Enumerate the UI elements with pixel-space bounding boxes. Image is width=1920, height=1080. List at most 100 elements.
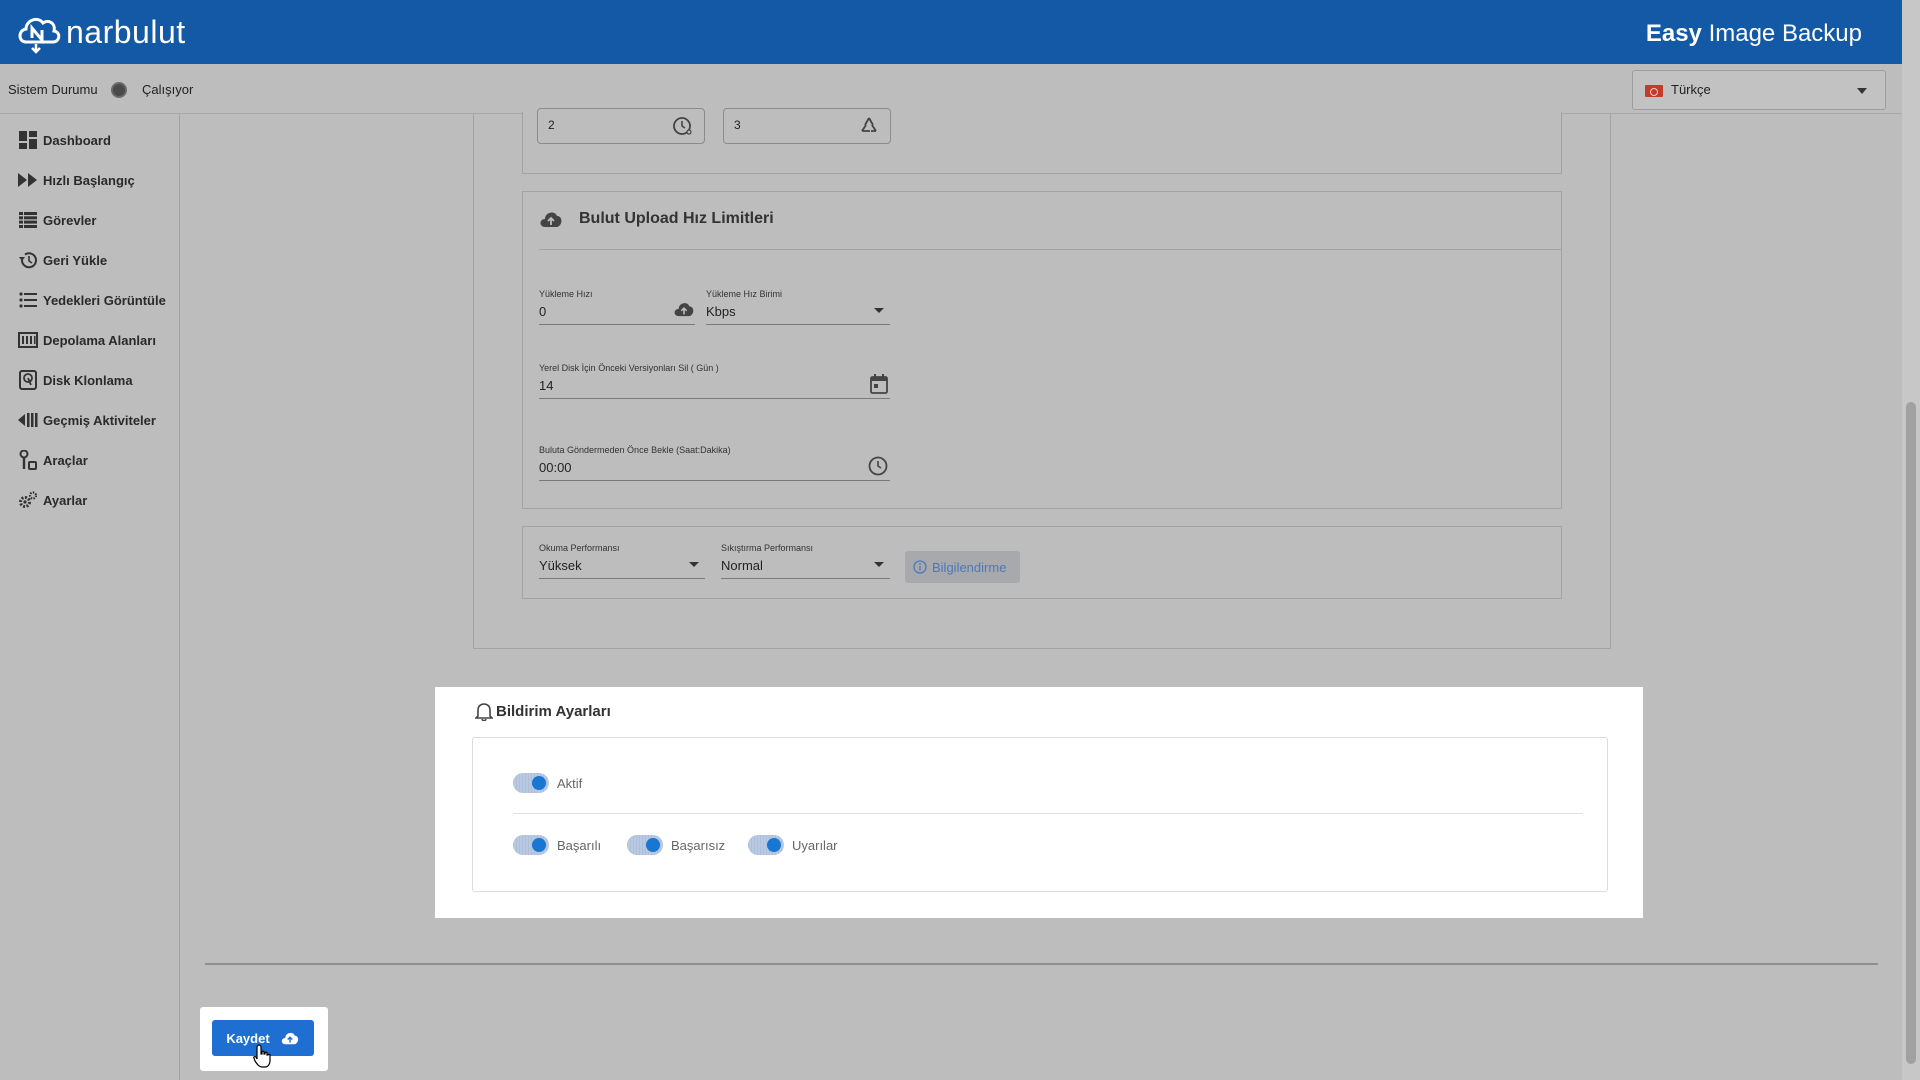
upload-unit-label: Yükleme Hız Birimi xyxy=(706,289,783,299)
toggle-track[interactable] xyxy=(513,835,549,855)
upload-speed-value: 0 xyxy=(539,304,547,319)
toggle-active[interactable]: Aktif xyxy=(513,773,582,793)
app-title-bold: Easy xyxy=(1645,20,1702,47)
toggle-track[interactable] xyxy=(627,835,663,855)
sidebar-item-tools[interactable]: Araçlar xyxy=(0,442,180,478)
clock-icon xyxy=(672,115,694,142)
field-underline xyxy=(539,324,695,325)
list-icon xyxy=(18,210,38,230)
notification-title-text: Bildirim Ayarları xyxy=(496,702,611,720)
cloud-upload-icon xyxy=(673,301,695,322)
retention-count-value: 2 xyxy=(548,118,555,132)
sidebar-item-settings[interactable]: Ayarlar xyxy=(0,482,180,518)
toggle-fail-label: Başarısız xyxy=(671,837,726,853)
logo-text: narbulut xyxy=(66,13,186,50)
sidebar-item-label: Geri Yükle xyxy=(43,252,108,268)
field-underline xyxy=(539,398,890,399)
vertical-scrollbar[interactable] xyxy=(1902,0,1920,1080)
wait-before-upload-value: 00:00 xyxy=(539,460,572,475)
sidebar-item-label: Ayarlar xyxy=(43,492,88,508)
toggle-warnings[interactable]: Uyarılar xyxy=(748,835,838,855)
toggle-knob xyxy=(532,776,546,790)
bell-icon xyxy=(475,701,493,721)
sidebar-item-label: Yedekleri Görüntüle xyxy=(43,292,166,308)
sidebar-item-label: Depolama Alanları xyxy=(43,332,156,348)
delete-versions-value: 14 xyxy=(539,378,554,393)
settings-icon xyxy=(18,490,38,510)
divider xyxy=(539,249,1561,250)
notification-settings-title: Bildirim Ayarları xyxy=(475,701,611,721)
recycle-count-field[interactable]: 3 xyxy=(723,108,891,144)
top-header: narbulut Easy Image Backup xyxy=(0,0,1902,64)
backup-settings-panel: 2 3 Bulut Upload Hız Limitleri Yükleme H… xyxy=(473,108,1611,649)
cloud-upload-icon xyxy=(280,1031,300,1045)
sidebar-item-dashboard[interactable]: Dashboard xyxy=(0,122,180,158)
upload-unit-select[interactable]: Yükleme Hız Birimi Kbps xyxy=(706,289,890,325)
recycle-count-value: 3 xyxy=(734,118,741,132)
toggle-fail[interactable]: Başarısız xyxy=(627,835,725,855)
scrollbar-thumb[interactable] xyxy=(1906,402,1916,1064)
field-underline xyxy=(706,324,890,325)
sidebar: Dashboard Hızlı Başlangıç Görevler Geri … xyxy=(0,114,180,1080)
upload-limits-subpanel: Bulut Upload Hız Limitleri Yükleme Hızı … xyxy=(522,191,1562,509)
language-selected: Türkçe xyxy=(1671,82,1711,97)
toggle-track[interactable] xyxy=(513,773,549,793)
status-indicator xyxy=(111,82,127,98)
hand-cursor-icon xyxy=(253,1044,271,1073)
toggle-knob xyxy=(767,838,781,852)
retention-count-field[interactable]: 2 xyxy=(537,108,705,144)
sidebar-item-history[interactable]: Geçmiş Aktiviteler xyxy=(0,402,180,438)
turkey-flag-icon xyxy=(1645,85,1663,97)
dashboard-icon xyxy=(18,130,38,150)
upload-speed-field[interactable]: Yükleme Hızı 0 xyxy=(539,289,695,325)
cloud-logo-icon xyxy=(18,17,61,54)
toggle-knob xyxy=(532,838,546,852)
delete-versions-field[interactable]: Yerel Disk İçin Önceki Versiyonları Sil … xyxy=(539,363,890,399)
info-button[interactable]: Bilgilendirme xyxy=(905,551,1020,583)
sidebar-item-storage[interactable]: Depolama Alanları xyxy=(0,322,180,358)
chevron-down-icon xyxy=(1857,88,1867,94)
narbulut-logo[interactable]: narbulut xyxy=(14,8,186,56)
divider xyxy=(513,813,1583,814)
wait-before-upload-field[interactable]: Buluta Göndermeden Önce Bekle (Saat:Daki… xyxy=(539,445,890,481)
compress-performance-select[interactable]: Sıkıştırma Performansı Normal xyxy=(721,543,890,579)
sidebar-item-label: Araçlar xyxy=(43,452,88,468)
chevron-down-icon xyxy=(874,562,884,567)
notification-options-box: Aktif Başarılı Başarısız Uyarılar xyxy=(472,737,1608,892)
system-status-label: Sistem Durumu xyxy=(8,82,98,97)
restore-icon xyxy=(18,250,38,270)
compress-performance-label: Sıkıştırma Performansı xyxy=(721,543,814,553)
sidebar-item-label: Görevler xyxy=(43,212,97,228)
info-icon xyxy=(913,560,927,574)
sidebar-item-restore[interactable]: Geri Yükle xyxy=(0,242,180,278)
info-button-label: Bilgilendirme xyxy=(932,559,1007,575)
sidebar-item-disk-clone[interactable]: Disk Klonlama xyxy=(0,362,180,398)
view-list-icon xyxy=(18,290,38,310)
status-bar: Sistem Durumu Çalışıyor xyxy=(0,64,1902,114)
sidebar-item-quick-start[interactable]: Hızlı Başlangıç xyxy=(0,162,180,198)
toggle-track[interactable] xyxy=(748,835,784,855)
clock-icon[interactable] xyxy=(868,456,888,481)
system-status-value: Çalışıyor xyxy=(142,82,194,97)
sidebar-item-tasks[interactable]: Görevler xyxy=(0,202,180,238)
read-performance-select[interactable]: Okuma Performansı Yüksek xyxy=(539,543,705,579)
language-select[interactable]: Türkçe xyxy=(1632,70,1886,110)
calendar-icon[interactable] xyxy=(870,374,888,399)
storage-icon xyxy=(18,330,38,350)
delete-versions-label: Yerel Disk İçin Önceki Versiyonları Sil … xyxy=(539,363,719,373)
app-title-rest: Image Backup xyxy=(1701,20,1862,47)
read-performance-value: Yüksek xyxy=(539,558,582,573)
history-icon xyxy=(18,410,38,430)
chevron-down-icon xyxy=(689,562,699,567)
sidebar-item-label: Geçmiş Aktiviteler xyxy=(43,412,156,428)
sidebar-item-view-backups[interactable]: Yedekleri Görüntüle xyxy=(0,282,180,318)
upload-unit-value: Kbps xyxy=(706,304,736,319)
toggle-success[interactable]: Başarılı xyxy=(513,835,601,855)
tools-icon xyxy=(18,450,38,470)
chevron-down-icon xyxy=(874,308,884,313)
upload-speed-label: Yükleme Hızı xyxy=(539,289,593,299)
sidebar-item-label: Hızlı Başlangıç xyxy=(43,172,135,188)
field-underline xyxy=(539,480,890,481)
compress-performance-value: Normal xyxy=(721,558,763,573)
toggle-success-label: Başarılı xyxy=(557,837,602,853)
